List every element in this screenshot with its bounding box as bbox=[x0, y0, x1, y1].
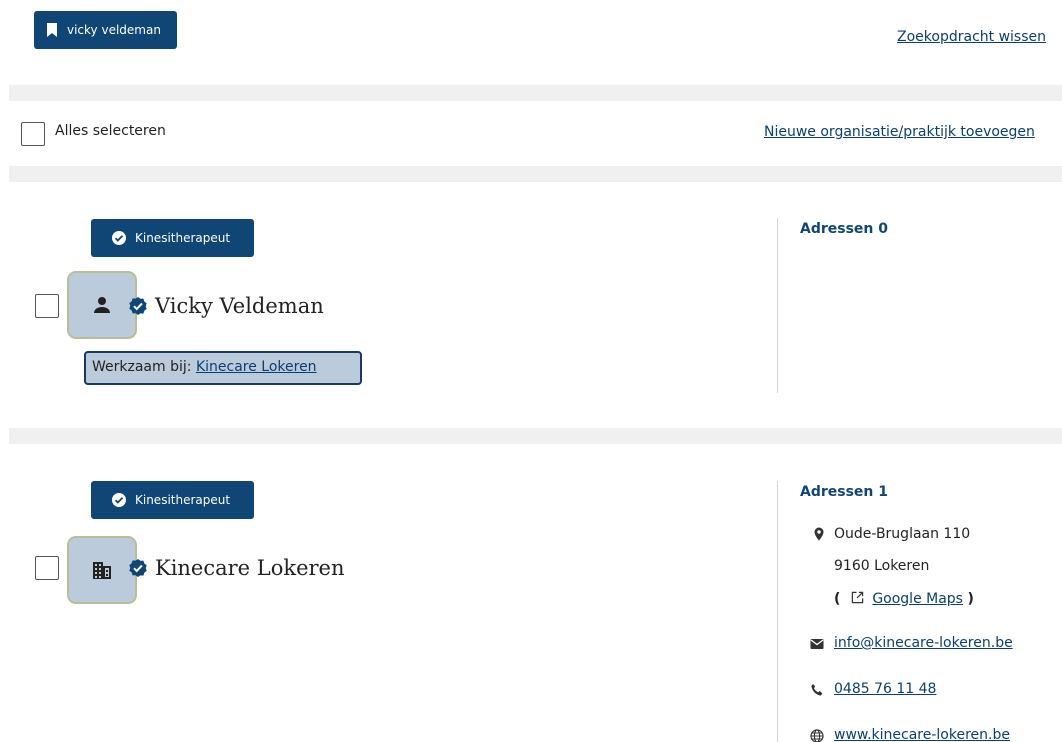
clear-search-link[interactable]: Zoekopdracht wissen bbox=[897, 29, 1046, 45]
addresses-label: Adressen bbox=[800, 484, 874, 500]
select-all-label: Alles selecteren bbox=[55, 123, 166, 139]
divider-band bbox=[9, 85, 1062, 101]
external-link-icon bbox=[851, 591, 864, 604]
addresses-count: 1 bbox=[878, 484, 889, 500]
verified-icon bbox=[112, 493, 126, 507]
phone-icon bbox=[811, 684, 823, 696]
search-tag-button[interactable]: vicky veldeman bbox=[34, 11, 177, 49]
verified-icon bbox=[129, 559, 147, 577]
avatar bbox=[67, 271, 137, 339]
profession-badge[interactable]: Kinesitherapeut bbox=[91, 219, 254, 257]
person-icon bbox=[94, 297, 110, 313]
addresses-heading: Adressen 0 bbox=[800, 221, 888, 237]
maps-paren-open: ( bbox=[834, 591, 841, 607]
works-at-link[interactable]: Kinecare Lokeren bbox=[196, 359, 317, 375]
building-icon bbox=[93, 562, 111, 579]
result-name[interactable]: Kinecare Lokeren bbox=[155, 556, 345, 580]
address-city: 9160 Lokeren bbox=[834, 558, 930, 574]
select-all-checkbox[interactable] bbox=[21, 122, 45, 146]
phone-link[interactable]: 0485 76 11 48 bbox=[834, 681, 936, 697]
avatar bbox=[67, 536, 137, 604]
result-checkbox[interactable] bbox=[35, 556, 59, 580]
result-name[interactable]: Vicky Veldeman bbox=[155, 294, 324, 318]
works-at-label: Werkzaam bij: bbox=[92, 359, 192, 375]
works-at-box: Werkzaam bij: Kinecare Lokeren bbox=[84, 351, 362, 385]
google-maps-row: ( Google Maps ) bbox=[834, 591, 974, 607]
website-link[interactable]: www.kinecare-lokeren.be bbox=[834, 727, 1010, 742]
verified-icon bbox=[129, 297, 147, 315]
new-organisation-link[interactable]: Nieuwe organisatie/praktijk toevoegen bbox=[764, 124, 1035, 140]
website-row: www.kinecare-lokeren.be bbox=[834, 727, 1010, 742]
column-divider bbox=[777, 218, 778, 393]
column-divider bbox=[777, 481, 778, 742]
google-maps-link[interactable]: Google Maps bbox=[872, 591, 963, 607]
maps-paren-close: ) bbox=[967, 591, 974, 607]
result-checkbox[interactable] bbox=[35, 294, 59, 318]
addresses-label: Adressen bbox=[800, 221, 874, 237]
search-tag-label: vicky veldeman bbox=[67, 23, 161, 37]
profession-badge-label: Kinesitherapeut bbox=[135, 493, 231, 507]
addresses-heading: Adressen 1 bbox=[800, 484, 888, 500]
profession-badge[interactable]: Kinesitherapeut bbox=[91, 481, 254, 519]
bookmark-icon bbox=[47, 23, 57, 37]
phone-row: 0485 76 11 48 bbox=[834, 681, 936, 697]
divider-band bbox=[9, 428, 1062, 444]
location-pin-icon bbox=[814, 527, 824, 541]
address-street: Oude-Bruglaan 110 bbox=[834, 526, 971, 542]
email-link[interactable]: info@kinecare-lokeren.be bbox=[834, 635, 1013, 651]
divider-band bbox=[9, 166, 1062, 182]
profession-badge-label: Kinesitherapeut bbox=[135, 231, 231, 245]
email-row: info@kinecare-lokeren.be bbox=[834, 635, 1013, 651]
globe-icon bbox=[810, 729, 824, 742]
verified-icon bbox=[112, 231, 126, 245]
addresses-count: 0 bbox=[878, 221, 889, 237]
mail-icon bbox=[810, 639, 824, 649]
